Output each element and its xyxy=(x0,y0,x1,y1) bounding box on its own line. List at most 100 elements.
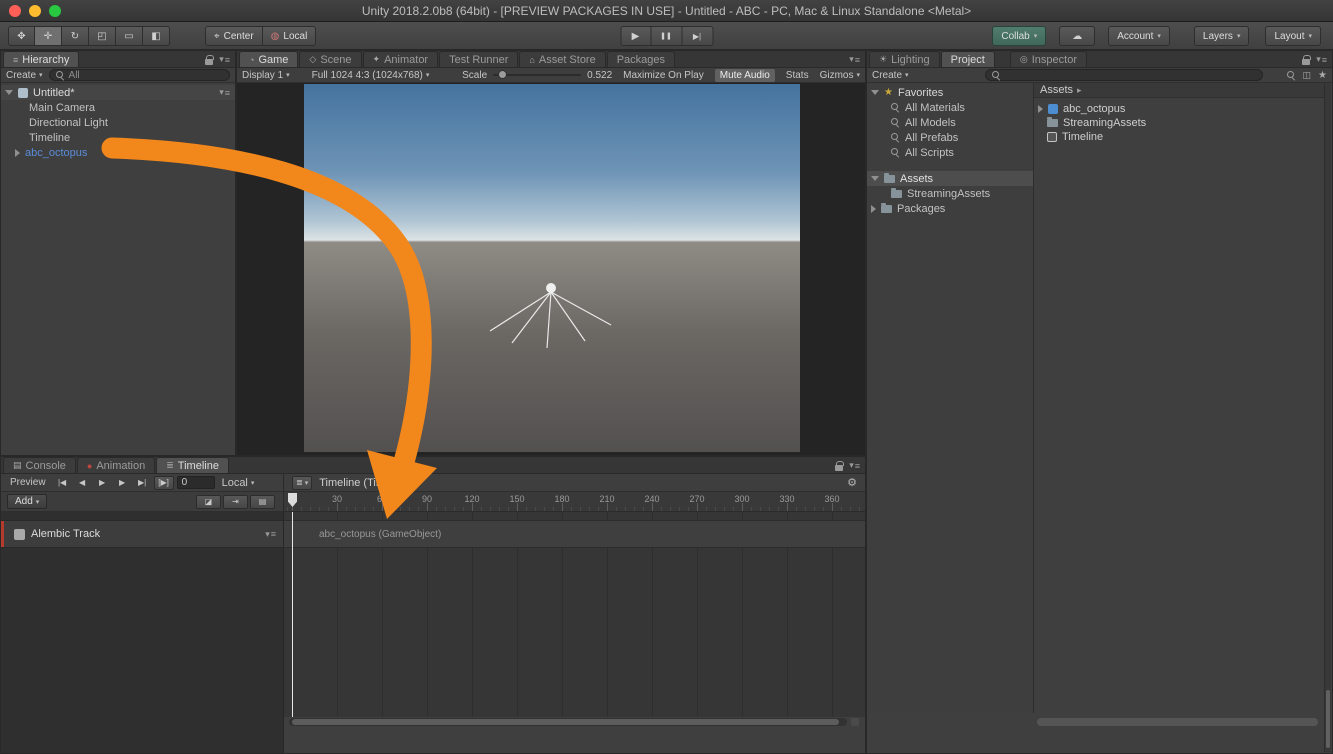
panel-menu-icon[interactable]: ▾≡ xyxy=(219,54,230,65)
lock-icon[interactable] xyxy=(835,465,843,471)
project-vertical-scrollbar[interactable] xyxy=(1324,83,1331,752)
scene-menu-icon[interactable]: ▾≡ xyxy=(219,87,230,98)
hierarchy-create-dropdown[interactable]: Create▾ xyxy=(6,70,43,81)
timeline-play-button[interactable]: ▶ xyxy=(94,478,111,487)
tab-animation[interactable]: ●Animation xyxy=(77,457,155,473)
alembic-track-header[interactable]: Alembic Track ▾≡ xyxy=(1,520,283,548)
tab-timeline[interactable]: ≣Timeline xyxy=(156,457,229,473)
search-by-type-icon[interactable] xyxy=(1287,71,1296,80)
pause-button[interactable]: ❚❚ xyxy=(651,26,682,46)
slider-knob[interactable] xyxy=(498,70,507,79)
expand-arrow-icon[interactable] xyxy=(15,149,20,157)
tab-scene[interactable]: ◇Scene xyxy=(299,51,361,67)
gizmos-dropdown[interactable]: Gizmos▾ xyxy=(820,70,860,81)
tab-animator[interactable]: ✦Animator xyxy=(363,51,439,67)
rotate-tool-button[interactable]: ↻ xyxy=(62,26,89,46)
layout-dropdown[interactable]: Layout▾ xyxy=(1265,26,1321,46)
stats-toggle[interactable]: Stats xyxy=(781,69,814,82)
file-item-timeline[interactable]: Timeline xyxy=(1034,130,1324,144)
layers-dropdown[interactable]: Layers▾ xyxy=(1194,26,1250,46)
expand-arrow-icon[interactable] xyxy=(1038,105,1043,113)
hierarchy-item-main-camera[interactable]: Main Camera xyxy=(1,100,235,115)
space-toggle-button[interactable]: ◍Local xyxy=(263,26,317,46)
favorites-all-prefabs[interactable]: All Prefabs xyxy=(867,130,1033,145)
edit-mode-ripple-button[interactable]: ⇥ xyxy=(223,495,248,509)
rect-tool-button[interactable]: ▭ xyxy=(116,26,143,46)
tree-item-packages[interactable]: Packages xyxy=(867,201,1033,216)
track-content-area[interactable]: abc_octopus (GameObject) xyxy=(284,512,865,717)
favorites-root[interactable]: ★ Favorites xyxy=(867,85,1033,100)
scene-row[interactable]: Untitled* ▾≡ xyxy=(1,85,235,100)
add-track-button[interactable]: Add▾ xyxy=(7,494,47,509)
next-frame-button[interactable]: ▶ xyxy=(114,478,131,487)
favorite-star-icon[interactable]: ★ xyxy=(1318,70,1327,81)
search-by-label-icon[interactable]: ◫ xyxy=(1303,70,1312,81)
hierarchy-search-input[interactable]: All xyxy=(49,69,230,81)
timeline-asset-dropdown[interactable]: ≣▾ xyxy=(292,476,312,490)
tab-packages[interactable]: Packages xyxy=(607,51,675,67)
go-to-start-button[interactable]: |◀ xyxy=(54,478,71,487)
project-search-input[interactable] xyxy=(985,69,1263,81)
preview-toggle[interactable]: Preview xyxy=(5,476,51,489)
settings-gear-icon[interactable]: ⚙ xyxy=(847,476,857,489)
tab-project[interactable]: Project xyxy=(941,51,995,67)
project-horizontal-scrollbar[interactable] xyxy=(1037,718,1318,726)
panel-menu-icon[interactable]: ▾≡ xyxy=(1316,54,1327,65)
display-dropdown[interactable]: Display 1▾ xyxy=(242,70,290,81)
mute-audio-toggle[interactable]: Mute Audio xyxy=(715,69,775,82)
panel-menu-icon[interactable]: ▾≡ xyxy=(849,460,860,471)
timeline-horizontal-scrollbar[interactable] xyxy=(289,718,847,726)
maximize-on-play-toggle[interactable]: Maximize On Play xyxy=(618,69,709,82)
timeline-ruler[interactable]: 30 60 90 120 150 180 210 240 270 300 330… xyxy=(284,492,865,512)
track-menu-icon[interactable]: ▾≡ xyxy=(265,529,276,540)
lock-icon[interactable] xyxy=(205,59,213,65)
tab-test-runner[interactable]: Test Runner xyxy=(439,51,518,67)
edit-mode-replace-button[interactable]: ▤ xyxy=(250,495,275,509)
minimize-button[interactable] xyxy=(29,5,41,17)
timeline-space-dropdown[interactable]: Local▾ xyxy=(222,477,255,489)
hierarchy-item-timeline[interactable]: Timeline xyxy=(1,130,235,145)
pivot-toggle-button[interactable]: ⌖Center xyxy=(205,26,263,46)
alembic-track-lane[interactable]: abc_octopus (GameObject) xyxy=(284,520,865,548)
expand-arrow-icon[interactable] xyxy=(871,90,879,95)
expand-arrow-icon[interactable] xyxy=(871,176,879,181)
tree-item-streaming-assets[interactable]: StreamingAssets xyxy=(867,186,1033,201)
hierarchy-item-abc-octopus[interactable]: abc_octopus xyxy=(1,145,235,160)
go-to-end-button[interactable]: ▶| xyxy=(134,478,151,487)
play-range-toggle[interactable]: [▶] xyxy=(154,476,174,490)
scrollbar-thumb[interactable] xyxy=(1326,690,1330,748)
cloud-services-button[interactable]: ☁ xyxy=(1059,26,1095,46)
previous-frame-button[interactable]: ◀ xyxy=(74,478,91,487)
scale-tool-button[interactable]: ◰ xyxy=(89,26,116,46)
edit-mode-mix-button[interactable]: ◪ xyxy=(196,495,221,509)
tree-item-assets[interactable]: Assets xyxy=(867,171,1033,186)
aspect-dropdown[interactable]: Full 1024 4:3 (1024x768)▾ xyxy=(312,70,430,81)
collab-dropdown[interactable]: Collab▾ xyxy=(992,26,1046,46)
zoom-button[interactable] xyxy=(49,5,61,17)
tab-asset-store[interactable]: ⌂Asset Store xyxy=(519,51,605,67)
scrollbar-resize-nub[interactable] xyxy=(851,718,859,726)
project-create-dropdown[interactable]: Create▾ xyxy=(872,70,909,81)
move-tool-button[interactable]: ✛ xyxy=(35,26,62,46)
account-dropdown[interactable]: Account▾ xyxy=(1108,26,1170,46)
scrollbar-thumb[interactable] xyxy=(292,719,839,725)
file-item-abc-octopus[interactable]: abc_octopus xyxy=(1034,102,1324,116)
hand-tool-button[interactable]: ✥ xyxy=(8,26,35,46)
tab-lighting[interactable]: ☀Lighting xyxy=(869,51,940,67)
close-button[interactable] xyxy=(9,5,21,17)
play-button[interactable]: ▶ xyxy=(620,26,651,46)
step-button[interactable]: ▶| xyxy=(682,26,713,46)
tab-hierarchy[interactable]: ≡Hierarchy xyxy=(3,51,79,67)
expand-arrow-icon[interactable] xyxy=(871,205,876,213)
favorites-all-materials[interactable]: All Materials xyxy=(867,100,1033,115)
favorites-all-models[interactable]: All Models xyxy=(867,115,1033,130)
scale-slider[interactable] xyxy=(493,74,581,76)
tab-game[interactable]: ◔Game xyxy=(239,51,298,67)
tab-inspector[interactable]: ◎Inspector xyxy=(1010,51,1087,67)
lock-icon[interactable] xyxy=(1302,59,1310,65)
expand-arrow-icon[interactable] xyxy=(5,90,13,95)
file-item-streaming-assets[interactable]: StreamingAssets xyxy=(1034,116,1324,130)
hierarchy-item-directional-light[interactable]: Directional Light xyxy=(1,115,235,130)
tab-console[interactable]: ▤Console xyxy=(3,457,76,473)
transform-tool-button[interactable]: ◧ xyxy=(143,26,170,46)
